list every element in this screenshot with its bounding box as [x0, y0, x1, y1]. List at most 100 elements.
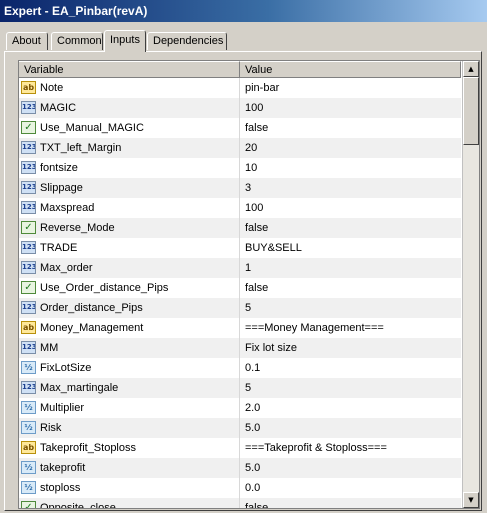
- variable-value[interactable]: 1: [245, 262, 251, 274]
- variable-cell: ½ FixLotSize: [19, 358, 240, 378]
- variable-value[interactable]: 2.0: [245, 402, 260, 414]
- string-type-icon: ab: [21, 321, 36, 334]
- scroll-down-button[interactable]: ▼: [463, 492, 479, 508]
- variable-value[interactable]: 0.0: [245, 482, 260, 494]
- variable-value[interactable]: 5: [245, 382, 251, 394]
- integer-type-icon: 123: [21, 161, 36, 174]
- double-type-icon: ½: [21, 401, 36, 414]
- input-row[interactable]: 123 Slippage 3: [19, 178, 461, 198]
- input-row[interactable]: 123 MM Fix lot size: [19, 338, 461, 358]
- variable-value[interactable]: ===Money Management===: [245, 322, 384, 334]
- tab-about[interactable]: About: [6, 32, 48, 50]
- variable-cell: ab Note: [19, 78, 240, 98]
- string-type-icon: ab: [21, 441, 36, 454]
- variable-name: TRADE: [40, 242, 78, 254]
- input-row[interactable]: ab Takeprofit_Stoploss ===Takeprofit & Sto…: [19, 438, 461, 458]
- input-row[interactable]: ab Note pin-bar: [19, 78, 461, 98]
- input-row[interactable]: ab Money_Management ===Money Management===: [19, 318, 461, 338]
- variable-value[interactable]: 0.1: [245, 362, 260, 374]
- input-row[interactable]: ½ FixLotSize 0.1: [19, 358, 461, 378]
- variable-value[interactable]: 100: [245, 202, 263, 214]
- variable-value[interactable]: Fix lot size: [245, 342, 297, 354]
- input-row[interactable]: 123 TRADE BUY&SELL: [19, 238, 461, 258]
- variable-cell: ½ takeprofit: [19, 458, 240, 478]
- input-row[interactable]: 123 Order_distance_Pips 5: [19, 298, 461, 318]
- variable-name: MM: [40, 342, 59, 354]
- variable-name: takeprofit: [40, 462, 86, 474]
- tab-dependencies[interactable]: Dependencies: [147, 32, 227, 50]
- variable-value[interactable]: false: [245, 502, 268, 508]
- variable-cell: 123 Max_martingale: [19, 378, 240, 398]
- window-title: Expert - EA_Pinbar(revA): [0, 0, 487, 22]
- input-row[interactable]: ½ Multiplier 2.0: [19, 398, 461, 418]
- column-header-variable[interactable]: Variable: [19, 61, 240, 78]
- variable-cell: ½ stoploss: [19, 478, 240, 498]
- integer-type-icon: 123: [21, 341, 36, 354]
- variable-name: Slippage: [40, 182, 83, 194]
- input-row[interactable]: 123 fontsize 10: [19, 158, 461, 178]
- variable-name: Opposite_close: [40, 502, 116, 509]
- input-row[interactable]: ✓ Reverse_Mode false: [19, 218, 461, 238]
- boolean-type-icon: ✓: [21, 501, 36, 508]
- input-row[interactable]: ½ stoploss 0.0: [19, 478, 461, 498]
- variable-cell: ✓ Reverse_Mode: [19, 218, 240, 238]
- variable-name: Multiplier: [40, 402, 85, 414]
- scroll-thumb[interactable]: [463, 77, 479, 145]
- vertical-scrollbar[interactable]: ▲ ▼: [462, 61, 479, 508]
- input-row[interactable]: ✓ Use_Manual_MAGIC false: [19, 118, 461, 138]
- integer-type-icon: 123: [21, 181, 36, 194]
- variable-cell: 123 fontsize: [19, 158, 240, 178]
- variable-name: stoploss: [40, 482, 81, 494]
- column-header-value[interactable]: Value: [240, 61, 461, 78]
- integer-type-icon: 123: [21, 101, 36, 114]
- inputs-rows: ab Note pin-bar 123 MAGIC 100 ✓ Use_Manual_MAGI…: [19, 78, 461, 509]
- variable-cell: ✓ Use_Order_distance_Pips: [19, 278, 240, 298]
- variable-cell: ½ Risk: [19, 418, 240, 438]
- integer-type-icon: 123: [21, 241, 36, 254]
- variable-cell: 123 TRADE: [19, 238, 240, 258]
- variable-value[interactable]: 5: [245, 302, 251, 314]
- variable-value[interactable]: pin-bar: [245, 82, 279, 94]
- boolean-type-icon: ✓: [21, 121, 36, 134]
- input-row[interactable]: ½ Risk 5.0: [19, 418, 461, 438]
- scroll-up-button[interactable]: ▲: [463, 61, 479, 77]
- variable-value[interactable]: BUY&SELL: [245, 242, 302, 254]
- variable-value[interactable]: 20: [245, 142, 257, 154]
- variable-name: Order_distance_Pips: [40, 302, 143, 314]
- tab-common[interactable]: Common: [51, 32, 103, 50]
- tab-inputs[interactable]: Inputs: [104, 30, 146, 52]
- variable-name: MAGIC: [40, 102, 77, 114]
- variable-value[interactable]: false: [245, 282, 268, 294]
- input-row[interactable]: ½ takeprofit 5.0: [19, 458, 461, 478]
- input-row[interactable]: 123 TXT_left_Margin 20: [19, 138, 461, 158]
- variable-value[interactable]: 10: [245, 162, 257, 174]
- variable-cell: ½ Multiplier: [19, 398, 240, 418]
- variable-value[interactable]: false: [245, 122, 268, 134]
- input-row[interactable]: 123 MAGIC 100: [19, 98, 461, 118]
- variable-cell: ab Takeprofit_Stoploss: [19, 438, 240, 458]
- input-row[interactable]: 123 Max_order 1: [19, 258, 461, 278]
- variable-cell: 123 Order_distance_Pips: [19, 298, 240, 318]
- variable-value[interactable]: 100: [245, 102, 263, 114]
- input-row[interactable]: ✓ Opposite_close false: [19, 498, 461, 509]
- variable-value[interactable]: 5.0: [245, 462, 260, 474]
- variable-name: Use_Manual_MAGIC: [40, 122, 144, 134]
- double-type-icon: ½: [21, 461, 36, 474]
- variable-value[interactable]: ===Takeprofit & Stoploss===: [245, 442, 387, 454]
- variable-name: Use_Order_distance_Pips: [40, 282, 169, 294]
- variable-cell: 123 Max_order: [19, 258, 240, 278]
- variable-value[interactable]: 5.0: [245, 422, 260, 434]
- input-row[interactable]: 123 Maxspread 100: [19, 198, 461, 218]
- variable-name: Note: [40, 82, 64, 94]
- variable-value[interactable]: 3: [245, 182, 251, 194]
- variable-name: Money_Management: [40, 322, 144, 334]
- input-row[interactable]: 123 Max_martingale 5: [19, 378, 461, 398]
- variable-name: TXT_left_Margin: [40, 142, 122, 154]
- arrow-down-icon: ▼: [468, 496, 474, 504]
- variable-name: Reverse_Mode: [40, 222, 115, 234]
- integer-type-icon: 123: [21, 201, 36, 214]
- variable-value[interactable]: false: [245, 222, 268, 234]
- variable-name: fontsize: [40, 162, 78, 174]
- input-row[interactable]: ✓ Use_Order_distance_Pips false: [19, 278, 461, 298]
- variable-name: Risk: [40, 422, 62, 434]
